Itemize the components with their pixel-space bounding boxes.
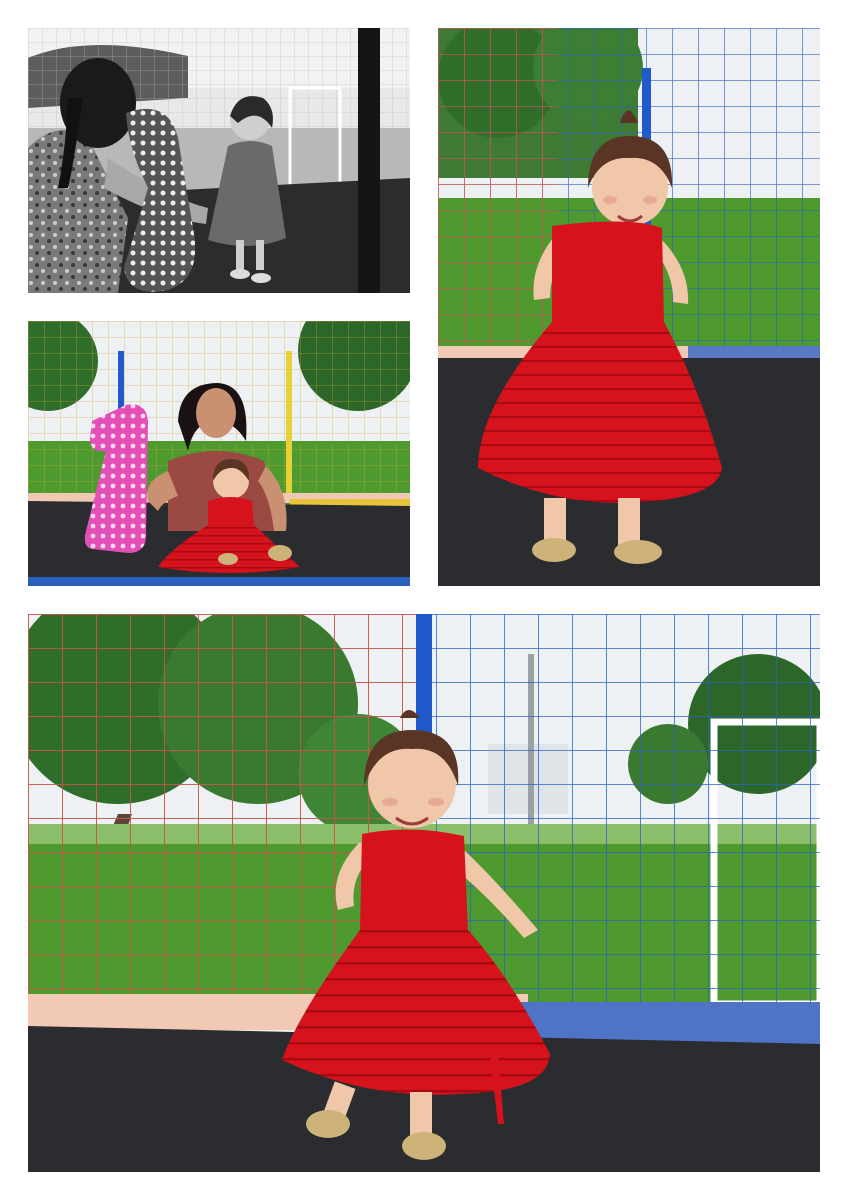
- standing-photo-scene: [438, 28, 820, 586]
- walking-photo-scene: [28, 614, 820, 1172]
- photo-girl-walking-trampoline: [28, 614, 820, 1172]
- balloon-photo-scene: 1: [28, 321, 410, 586]
- photo-mother-daughter-balloon: 1: [28, 321, 410, 586]
- bw-photo-scene: [28, 28, 410, 293]
- photo-mother-daughter-bw: [28, 28, 410, 293]
- photo-girl-standing-red-dress: [438, 28, 820, 586]
